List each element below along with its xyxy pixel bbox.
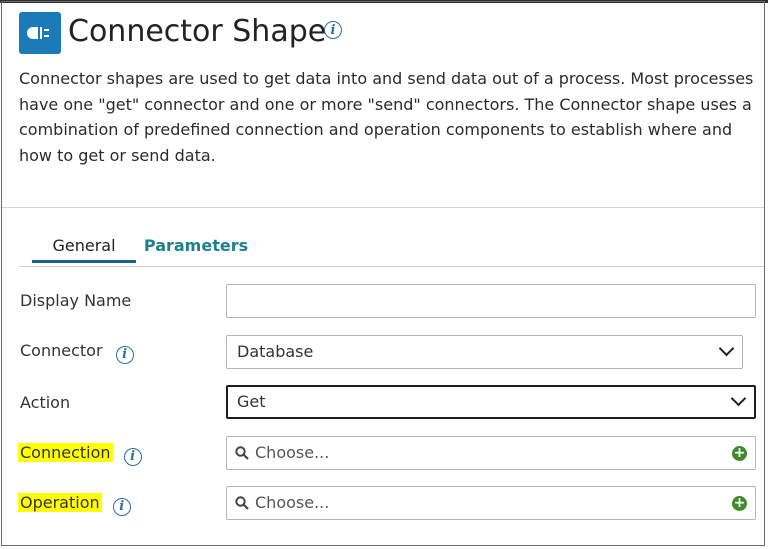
add-operation-icon[interactable]: +	[732, 496, 747, 511]
connection-placeholder: Choose...	[255, 443, 330, 462]
tab-divider	[19, 266, 764, 267]
page-title: Connector Shape	[68, 14, 327, 49]
connection-chooser[interactable]: Choose... +	[226, 436, 756, 470]
connection-label: Connection	[18, 443, 113, 462]
connector-label: Connector	[20, 341, 103, 360]
title-info-icon[interactable]: i	[324, 21, 342, 39]
search-icon	[235, 446, 249, 460]
connector-plug-icon	[19, 12, 61, 54]
operation-info-icon[interactable]: i	[112, 498, 131, 516]
search-icon	[235, 496, 249, 510]
operation-placeholder: Choose...	[255, 493, 330, 512]
connector-label-row: Connector i	[20, 340, 134, 364]
connector-info-icon[interactable]: i	[115, 346, 134, 364]
display-name-label: Display Name	[20, 291, 132, 310]
add-connection-icon[interactable]: +	[732, 446, 747, 461]
chevron-down-icon	[718, 340, 735, 357]
chevron-down-icon	[730, 390, 747, 407]
operation-label: Operation	[18, 493, 102, 512]
description-text: Connector shapes are used to get data in…	[19, 69, 754, 165]
tab-general[interactable]: General	[32, 233, 136, 263]
operation-chooser[interactable]: Choose... +	[226, 486, 756, 520]
divider	[2, 207, 764, 208]
connection-label-row: Connection i	[18, 442, 142, 466]
action-value: Get	[237, 392, 266, 411]
operation-label-row: Operation i	[18, 492, 131, 516]
action-label: Action	[20, 393, 71, 412]
display-name-input[interactable]	[226, 284, 756, 318]
tab-parameters[interactable]: Parameters	[140, 233, 252, 263]
connection-info-icon[interactable]: i	[123, 448, 142, 466]
action-select[interactable]: Get	[226, 385, 756, 419]
connector-select[interactable]: Database	[226, 335, 743, 369]
connector-value: Database	[237, 342, 314, 361]
